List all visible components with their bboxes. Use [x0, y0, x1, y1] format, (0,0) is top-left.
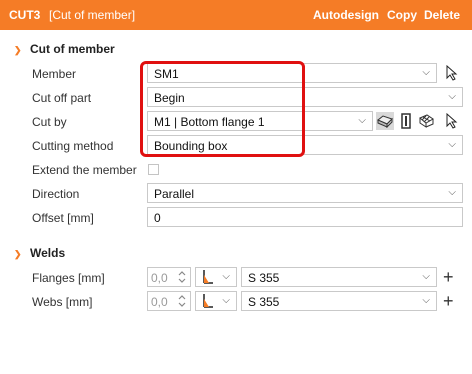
flanges-label: Flanges [mm]: [32, 271, 105, 285]
item-id: CUT3: [9, 8, 41, 22]
webs-size-value: 0,0: [151, 295, 168, 309]
chevron-down-icon: ⌵: [422, 67, 430, 78]
direction-value: Parallel: [154, 187, 195, 201]
flanges-material-select[interactable]: S 355 ⌵: [241, 267, 437, 287]
section-title: Welds: [30, 246, 66, 260]
cut-by-select[interactable]: M1 | Bottom flange 1 ⌵: [147, 111, 373, 131]
pick-cursor-icon[interactable]: [443, 64, 461, 82]
cut-by-value: M1 | Bottom flange 1: [154, 115, 265, 129]
chevron-down-icon: ❯: [14, 45, 22, 55]
webs-weld-type-select[interactable]: ⌵: [195, 291, 237, 311]
cut-by-label: Cut by: [32, 115, 67, 129]
grid-cut-icon[interactable]: [417, 112, 435, 130]
chevron-down-icon: ⌵: [448, 91, 456, 102]
offset-input[interactable]: 0: [147, 207, 463, 227]
webs-size-stepper[interactable]: 0,0: [147, 291, 191, 311]
cut-off-part-select[interactable]: Begin ⌵: [147, 87, 463, 107]
delete-button[interactable]: Delete: [424, 8, 460, 22]
direction-label: Direction: [32, 187, 80, 201]
fillet-weld-icon: [203, 294, 213, 308]
chevron-down-icon: ⌵: [358, 115, 366, 126]
cut-off-part-value: Begin: [154, 91, 185, 105]
chevron-down-icon: ⌵: [448, 139, 456, 150]
flanges-weld-type-select[interactable]: ⌵: [195, 267, 237, 287]
offset-value: 0: [154, 211, 161, 225]
autodesign-button[interactable]: Autodesign: [313, 8, 379, 22]
fillet-weld-icon: [203, 270, 213, 284]
pick-cursor-icon[interactable]: [443, 112, 461, 130]
flanges-material-value: S 355: [248, 271, 280, 285]
member-value: SM1: [154, 67, 179, 81]
cut-off-part-label: Cut off part: [32, 91, 92, 105]
item-type-name: [Cut of member]: [49, 8, 136, 22]
cutting-method-value: Bounding box: [154, 139, 228, 153]
cutting-method-label: Cutting method: [32, 139, 114, 153]
chevron-down-icon: ⌵: [222, 295, 230, 306]
flanges-size-value: 0,0: [151, 271, 168, 285]
chevron-down-icon: ⌵: [448, 187, 456, 198]
webs-label: Webs [mm]: [32, 295, 93, 309]
title-bar: CUT3 [Cut of member] Autodesign Copy Del…: [0, 0, 472, 30]
section-welds[interactable]: ❯ Welds: [14, 246, 65, 260]
solid-cut-icon[interactable]: [376, 112, 394, 130]
copy-button[interactable]: Copy: [387, 8, 417, 22]
add-material-icon[interactable]: +: [443, 268, 454, 286]
plate-cut-icon[interactable]: [397, 112, 415, 130]
cutting-method-select[interactable]: Bounding box ⌵: [147, 135, 463, 155]
member-label: Member: [32, 67, 77, 81]
webs-material-value: S 355: [248, 295, 280, 309]
flanges-size-stepper[interactable]: 0,0: [147, 267, 191, 287]
add-material-icon[interactable]: +: [443, 292, 454, 310]
chevron-down-icon: ⌵: [422, 295, 430, 306]
extend-member-label: Extend the member: [32, 163, 137, 177]
stepper-arrows-icon[interactable]: [177, 269, 187, 285]
offset-label: Offset [mm]: [32, 211, 94, 225]
member-select[interactable]: SM1 ⌵: [147, 63, 437, 83]
section-title: Cut of member: [30, 42, 115, 56]
section-cut-of-member[interactable]: ❯ Cut of member: [14, 42, 115, 56]
chevron-down-icon: ⌵: [222, 271, 230, 282]
chevron-down-icon: ⌵: [422, 271, 430, 282]
webs-material-select[interactable]: S 355 ⌵: [241, 291, 437, 311]
extend-member-checkbox[interactable]: [148, 164, 159, 175]
stepper-arrows-icon[interactable]: [177, 293, 187, 309]
direction-select[interactable]: Parallel ⌵: [147, 183, 463, 203]
chevron-down-icon: ❯: [14, 249, 22, 259]
